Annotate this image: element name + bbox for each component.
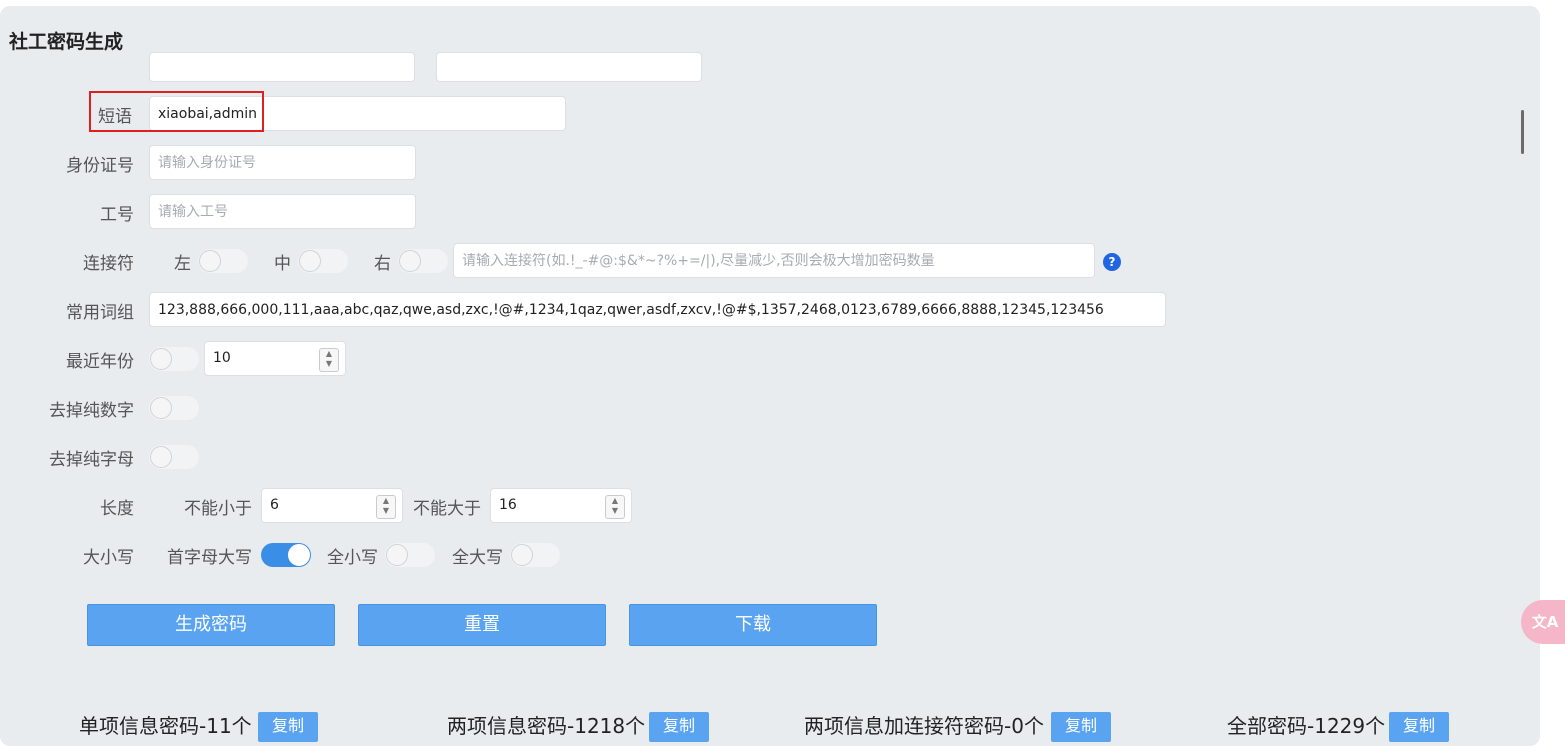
common-words-input[interactable] <box>149 292 1166 327</box>
connector-left-label: 左 <box>174 254 191 274</box>
connector-label: 连接符 <box>83 254 134 274</box>
copy-double-button[interactable]: 复制 <box>649 712 709 742</box>
double-connector-result-label: 两项信息加连接符密码-0个 <box>804 714 1044 738</box>
length-max-value: 16 <box>499 497 517 513</box>
employee-id-input[interactable] <box>149 194 416 229</box>
remove-digits-label: 去掉纯数字 <box>49 401 134 421</box>
toggle-knob <box>150 446 172 468</box>
single-result-label: 单项信息密码-11个 <box>79 714 252 738</box>
toggle-knob <box>150 397 172 419</box>
recent-years-label: 最近年份 <box>66 352 134 372</box>
main-panel: 社工密码生成 短语 身份证号 工号 连接符 左 中 右 ? 常用词组 最近年份 … <box>0 6 1540 746</box>
common-words-label: 常用词组 <box>66 303 134 323</box>
copy-single-button[interactable]: 复制 <box>258 712 318 742</box>
connector-middle-toggle[interactable] <box>298 249 348 273</box>
lower-toggle[interactable] <box>385 543 435 567</box>
double-result-label: 两项信息密码-1218个 <box>447 714 646 738</box>
connector-middle-label: 中 <box>274 254 291 274</box>
number-spinner-icon[interactable]: ▲ ▼ <box>319 348 339 372</box>
id-card-input[interactable] <box>149 145 416 180</box>
length-min-label: 不能小于 <box>184 499 252 519</box>
translate-icon[interactable]: 文A <box>1521 600 1565 644</box>
remove-letters-label: 去掉纯字母 <box>49 450 134 470</box>
toggle-knob <box>386 544 408 566</box>
id-card-label: 身份证号 <box>66 156 134 176</box>
length-max-label: 不能大于 <box>413 499 481 519</box>
capitalize-toggle[interactable] <box>261 543 311 567</box>
toggle-knob <box>299 250 321 272</box>
copy-all-button[interactable]: 复制 <box>1389 712 1449 742</box>
recent-years-number-input[interactable]: 10 ▲ ▼ <box>204 341 346 376</box>
cut-off-input-1[interactable] <box>149 52 415 82</box>
remove-letters-toggle[interactable] <box>149 445 199 469</box>
length-label: 长度 <box>100 499 134 519</box>
scrollbar-thumb[interactable] <box>1521 110 1524 154</box>
upper-toggle[interactable] <box>510 543 560 567</box>
recent-years-value: 10 <box>213 350 231 366</box>
capitalize-label: 首字母大写 <box>167 548 252 568</box>
generate-button[interactable]: 生成密码 <box>87 604 335 646</box>
length-min-input[interactable]: 6 ▲ ▼ <box>261 488 403 523</box>
number-spinner-icon[interactable]: ▲ ▼ <box>376 495 396 519</box>
cut-off-input-2[interactable] <box>436 52 702 82</box>
remove-digits-toggle[interactable] <box>149 396 199 420</box>
connector-right-toggle[interactable] <box>398 249 448 273</box>
download-button[interactable]: 下载 <box>629 604 877 646</box>
recent-years-toggle[interactable] <box>149 347 199 371</box>
number-spinner-icon[interactable]: ▲ ▼ <box>605 495 625 519</box>
upper-label: 全大写 <box>452 548 503 568</box>
connector-left-toggle[interactable] <box>198 249 248 273</box>
reset-button[interactable]: 重置 <box>358 604 606 646</box>
toggle-knob <box>150 348 172 370</box>
toggle-knob <box>288 544 310 566</box>
lower-label: 全小写 <box>327 548 378 568</box>
length-min-value: 6 <box>270 497 279 513</box>
length-max-input[interactable]: 16 ▲ ▼ <box>490 488 632 523</box>
toggle-knob <box>511 544 533 566</box>
page-title: 社工密码生成 <box>9 31 124 53</box>
connector-right-label: 右 <box>374 254 391 274</box>
case-label: 大小写 <box>83 548 134 568</box>
toggle-knob <box>199 250 221 272</box>
connector-input[interactable] <box>453 243 1095 278</box>
toggle-knob <box>399 250 421 272</box>
question-icon[interactable]: ? <box>1103 253 1121 271</box>
copy-double-connector-button[interactable]: 复制 <box>1051 712 1111 742</box>
phrase-highlight-box <box>89 91 264 132</box>
all-result-label: 全部密码-1229个 <box>1227 714 1386 738</box>
employee-id-label: 工号 <box>100 205 134 225</box>
